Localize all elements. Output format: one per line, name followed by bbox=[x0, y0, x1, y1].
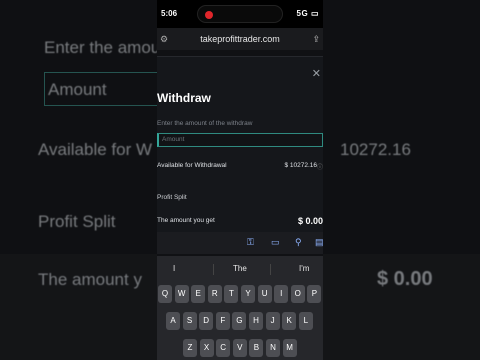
amount-input[interactable]: Amount bbox=[157, 133, 323, 147]
key-p[interactable]: P bbox=[307, 285, 322, 303]
bg-amount-value: $ 0.00 bbox=[377, 268, 433, 290]
bg-amount-you: The amount y bbox=[38, 270, 142, 289]
key-j[interactable]: J bbox=[265, 312, 280, 330]
key-d[interactable]: D bbox=[199, 312, 214, 330]
key-q[interactable]: Q bbox=[158, 285, 172, 303]
dynamic-island bbox=[197, 5, 283, 23]
suggestion-3[interactable]: I'm bbox=[299, 264, 309, 273]
bg-available: Available for W bbox=[38, 140, 153, 159]
recording-indicator-icon bbox=[205, 11, 213, 19]
key-c[interactable]: C bbox=[216, 339, 231, 357]
bg-balance: 10272.16 bbox=[340, 140, 411, 159]
suggestion-2[interactable]: The bbox=[233, 264, 247, 273]
key-password-icon[interactable]: ⚿ bbox=[247, 237, 254, 248]
key-y[interactable]: Y bbox=[241, 285, 255, 303]
keyboard-accessory-bar: ⚿ ▭ ⚲ ▤ bbox=[157, 232, 323, 254]
amount-you-get-row: The amount you get $ 0.00 bbox=[157, 216, 323, 226]
background-zoom-right: 10272.16 $ 0.00 bbox=[322, 0, 480, 360]
key-r[interactable]: R bbox=[207, 285, 222, 303]
key-o[interactable]: O bbox=[290, 285, 305, 303]
page-settings-icon[interactable]: ⚙ bbox=[160, 28, 168, 50]
bg-enter-amount: Enter the amou bbox=[44, 38, 160, 57]
key-x[interactable]: X bbox=[199, 339, 214, 357]
key-s[interactable]: S bbox=[182, 312, 197, 330]
url-text: takeprofittrader.com bbox=[200, 34, 280, 44]
key-z[interactable]: Z bbox=[183, 339, 197, 357]
key-b[interactable]: B bbox=[249, 339, 264, 357]
battery-icon: ▭ bbox=[310, 9, 319, 18]
info-icon[interactable]: ⓘ bbox=[317, 162, 323, 171]
close-icon[interactable]: ✕ bbox=[312, 67, 321, 80]
available-label: Available for Withdrawal bbox=[157, 162, 227, 169]
contact-card-icon[interactable]: ▤ bbox=[315, 237, 323, 248]
credit-card-icon[interactable]: ▭ bbox=[271, 237, 280, 248]
status-time: 5:06 bbox=[161, 9, 178, 18]
suggestion-divider bbox=[270, 264, 271, 275]
key-e[interactable]: E bbox=[191, 285, 206, 303]
key-g[interactable]: G bbox=[232, 312, 247, 330]
keyboard-row-1: QWERTYUIOP bbox=[157, 285, 323, 303]
phone-screen: 5:06 5G ▭ ⚙ takeprofittrader.com ⇪ ✕ Wit… bbox=[157, 0, 323, 360]
key-n[interactable]: N bbox=[266, 339, 280, 357]
profit-split-row: Profit Split bbox=[157, 194, 323, 201]
suggestion-1[interactable]: I bbox=[173, 264, 175, 273]
amount-you-get-value: $ 0.00 bbox=[297, 216, 323, 226]
keyboard: I The I'm QWERTYUIOP ASDFGHJKL ZXCVBNM bbox=[157, 256, 323, 360]
key-h[interactable]: H bbox=[249, 312, 263, 330]
share-icon[interactable]: ⇪ bbox=[312, 28, 320, 50]
key-f[interactable]: F bbox=[215, 312, 230, 330]
amount-instruction: Enter the amount of the withdraw bbox=[157, 120, 253, 127]
screen-recording: Enter the amou Amount Available for W Pr… bbox=[0, 0, 480, 360]
withdraw-modal: ✕ Withdraw Enter the amount of the withd… bbox=[157, 56, 323, 254]
background-zoom-left: Enter the amou Amount Available for W Pr… bbox=[0, 0, 160, 360]
key-u[interactable]: U bbox=[257, 285, 272, 303]
bg-profit-split: Profit Split bbox=[38, 212, 116, 231]
keyboard-row-2: ASDFGHJKL bbox=[157, 312, 323, 330]
key-v[interactable]: V bbox=[232, 339, 247, 357]
available-row: Available for Withdrawal $ 10272.16 ⓘ bbox=[157, 162, 323, 171]
suggestion-bar: I The I'm bbox=[157, 262, 323, 278]
browser-url-bar[interactable]: ⚙ takeprofittrader.com ⇪ bbox=[157, 28, 323, 50]
profit-split-label: Profit Split bbox=[157, 194, 187, 201]
key-a[interactable]: A bbox=[166, 312, 180, 330]
keyboard-row-3: ZXCVBNM bbox=[157, 339, 323, 357]
key-t[interactable]: T bbox=[224, 285, 239, 303]
key-i[interactable]: I bbox=[274, 285, 289, 303]
bg-amount-placeholder: Amount bbox=[48, 80, 107, 99]
modal-title: Withdraw bbox=[157, 91, 211, 105]
key-m[interactable]: M bbox=[282, 339, 297, 357]
network-indicator: 5G ▭ bbox=[297, 9, 319, 18]
key-k[interactable]: K bbox=[282, 312, 297, 330]
network-label: 5G bbox=[296, 9, 309, 18]
key-w[interactable]: W bbox=[174, 285, 189, 303]
status-bar: 5:06 5G ▭ bbox=[157, 0, 323, 28]
location-pin-icon[interactable]: ⚲ bbox=[295, 237, 302, 248]
key-l[interactable]: L bbox=[298, 312, 313, 330]
amount-you-get-label: The amount you get bbox=[157, 217, 215, 224]
suggestion-divider bbox=[213, 264, 214, 275]
available-value: $ 10272.16 bbox=[284, 162, 317, 169]
